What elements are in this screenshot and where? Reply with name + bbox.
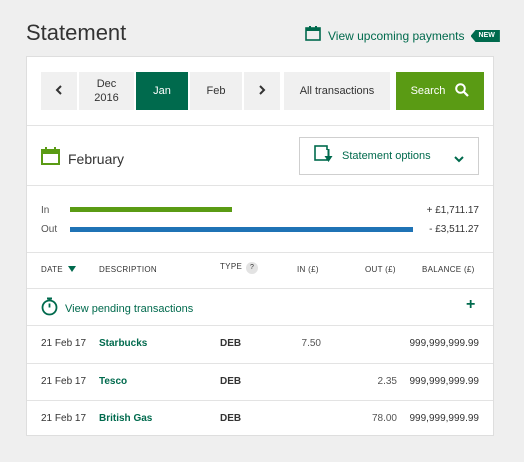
statement-options-dropdown[interactable]: Statement options: [299, 137, 479, 175]
row-out: 2.35: [377, 376, 397, 387]
search-button[interactable]: Search: [396, 72, 484, 110]
description-column-header: DESCRIPTION: [99, 265, 157, 274]
new-badge: NEW: [470, 30, 500, 42]
date-column-header[interactable]: DATE: [41, 265, 77, 274]
pending-transactions-label: View pending transactions: [65, 303, 194, 315]
chevron-down-icon: [454, 150, 464, 168]
upcoming-payments-label: View upcoming payments: [328, 29, 465, 43]
row-description[interactable]: British Gas: [99, 413, 152, 424]
row-date: 21 Feb 17: [41, 376, 87, 387]
money-in-amount: + £1,711.17: [426, 205, 479, 216]
table-row[interactable]: 21 Feb 17 Tesco DEB 2.35 999,999,999.99: [27, 364, 493, 401]
view-pending-transactions-link[interactable]: View pending transactions: [41, 297, 193, 321]
view-upcoming-payments-link[interactable]: View upcoming payments NEW: [305, 26, 500, 46]
row-description[interactable]: Starbucks: [99, 338, 147, 349]
row-type: DEB: [220, 376, 242, 387]
row-out: 78.00: [371, 413, 397, 424]
row-balance: 999,999,999.99: [409, 413, 479, 424]
month-navigation: Dec 2016 Jan Feb All transactions Search: [41, 72, 484, 110]
month-tab-label-line2: 2016: [94, 92, 119, 104]
in-label: In: [41, 205, 50, 216]
sort-down-icon: [68, 265, 77, 274]
month-tab-feb[interactable]: Feb: [190, 72, 242, 110]
date-header-label: DATE: [41, 265, 63, 274]
stopwatch-icon: [41, 297, 58, 321]
search-button-label: Search: [410, 85, 446, 97]
all-transactions-button[interactable]: All transactions: [284, 72, 390, 110]
balance-column-header: BALANCE (£): [422, 265, 475, 274]
previous-month-button[interactable]: [41, 72, 77, 110]
row-description[interactable]: Tesco: [99, 376, 127, 387]
out-column-header: OUT (£): [365, 265, 396, 274]
row-date: 21 Feb 17: [41, 338, 87, 349]
chevron-left-icon: [55, 84, 63, 98]
statement-card: Dec 2016 Jan Feb All transactions Search: [26, 56, 494, 436]
chevron-right-icon: [258, 84, 266, 98]
month-tab-dec-2016[interactable]: Dec 2016: [79, 72, 134, 110]
divider: [27, 288, 493, 289]
statement-options-label: Statement options: [342, 150, 431, 162]
page-title: Statement: [26, 20, 127, 45]
calendar-icon: [305, 26, 321, 46]
row-balance: 999,999,999.99: [409, 376, 479, 387]
type-column-header: TYPE?: [220, 262, 259, 274]
month-tab-jan[interactable]: Jan: [136, 72, 188, 110]
table-row[interactable]: 21 Feb 17 Starbucks DEB 7.50 999,999,999…: [27, 326, 493, 363]
divider: [27, 252, 493, 253]
help-icon[interactable]: ?: [246, 262, 259, 274]
table-row[interactable]: 21 Feb 17 British Gas DEB 78.00 999,999,…: [27, 401, 493, 438]
download-icon: [314, 144, 334, 168]
money-out-amount: - £3,511.27: [429, 224, 479, 235]
search-icon: [455, 82, 470, 100]
row-type: DEB: [220, 413, 242, 424]
plus-icon[interactable]: +: [466, 297, 475, 313]
row-in: 7.50: [301, 338, 321, 349]
type-header-label: TYPE: [220, 262, 243, 271]
next-month-button[interactable]: [244, 72, 280, 110]
out-label: Out: [41, 224, 58, 235]
month-tab-label: Jan: [153, 85, 171, 97]
month-tab-label-line1: Dec: [96, 78, 117, 90]
calendar-icon: [41, 147, 60, 170]
divider: [27, 185, 493, 186]
money-out-bar: [70, 227, 413, 232]
row-balance: 999,999,999.99: [409, 338, 479, 349]
divider: [27, 125, 493, 126]
statement-month-heading: February: [41, 147, 124, 170]
row-date: 21 Feb 17: [41, 413, 87, 424]
statement-month-label: February: [68, 150, 125, 167]
in-column-header: IN (£): [297, 265, 319, 274]
row-type: DEB: [220, 338, 242, 349]
month-tab-label: Feb: [206, 85, 226, 97]
money-in-bar: [70, 207, 232, 212]
